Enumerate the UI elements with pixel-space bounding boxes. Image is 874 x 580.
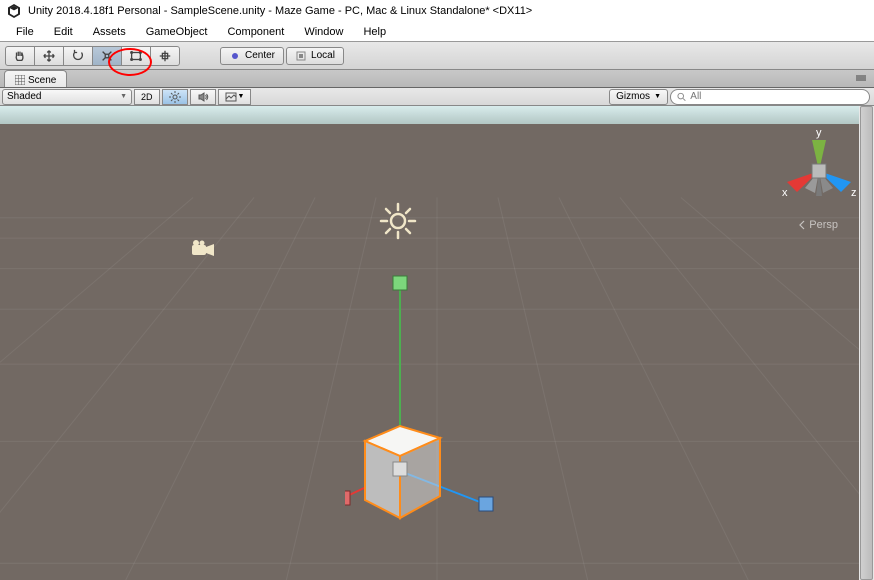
shading-mode-dropdown[interactable]: Shaded ▼ — [2, 89, 132, 105]
lighting-toggle-button[interactable] — [162, 89, 188, 105]
unity-logo-icon — [6, 3, 22, 19]
pivot-mode-label: Center — [245, 50, 275, 61]
center-icon — [229, 50, 241, 62]
effects-toggle-button[interactable]: ▼ — [218, 89, 252, 105]
menu-bar: File Edit Assets GameObject Component Wi… — [0, 22, 874, 42]
scene-tab-icon — [15, 75, 25, 85]
transform-tools-group — [6, 46, 180, 66]
tab-scene-label: Scene — [28, 75, 56, 86]
menu-help[interactable]: Help — [353, 24, 396, 40]
hand-icon — [13, 49, 27, 63]
projection-mode-toggle[interactable]: Persp — [798, 219, 838, 231]
axis-y-label: y — [816, 127, 822, 139]
scene-viewport[interactable]: x z y Persp — [0, 106, 874, 580]
selected-cube-object[interactable] — [345, 266, 515, 526]
move-icon — [42, 49, 56, 63]
tab-scene[interactable]: Scene — [4, 70, 67, 87]
pivot-mode-button[interactable]: Center — [220, 47, 284, 65]
handle-rotation-label: Local — [311, 50, 335, 61]
hand-tool-button[interactable] — [5, 46, 35, 66]
light-gizmo-icon[interactable] — [378, 201, 418, 241]
search-icon — [677, 92, 686, 102]
scene-view-toolbar: Shaded ▼ 2D ▼ Gizmos ▼ — [0, 88, 874, 106]
handle-rotation-button[interactable]: Local — [286, 47, 344, 65]
camera-gizmo-icon[interactable] — [190, 239, 216, 259]
menu-component[interactable]: Component — [217, 24, 294, 40]
gizmos-dropdown[interactable]: Gizmos ▼ — [609, 89, 668, 105]
scrollbar-thumb[interactable] — [860, 106, 873, 580]
orientation-gizmo[interactable]: x z y — [774, 126, 864, 216]
chevron-left-icon — [798, 220, 806, 230]
image-icon — [225, 91, 237, 103]
window-title: Unity 2018.4.18f1 Personal - SampleScene… — [28, 5, 532, 17]
axis-x-label: x — [782, 187, 788, 199]
title-bar: Unity 2018.4.18f1 Personal - SampleScene… — [0, 0, 874, 22]
audio-icon — [197, 91, 209, 103]
move-tool-button[interactable] — [34, 46, 64, 66]
viewport-scrollbar[interactable] — [859, 106, 874, 580]
scale-icon — [100, 49, 114, 63]
tabs-bar: Scene — [0, 70, 874, 88]
rotate-tool-button[interactable] — [63, 46, 93, 66]
sun-icon — [169, 91, 181, 103]
tabs-menu-button[interactable] — [852, 72, 870, 84]
rect-tool-button[interactable] — [121, 46, 151, 66]
transform-tool-button[interactable] — [150, 46, 180, 66]
scene-search-input[interactable] — [690, 91, 863, 102]
audio-toggle-button[interactable] — [190, 89, 216, 105]
local-icon — [295, 50, 307, 62]
transform-icon — [158, 49, 172, 63]
handle-controls-group: Center Local — [220, 47, 344, 65]
main-toolbar: Center Local — [0, 42, 874, 70]
axis-z-label: z — [851, 187, 857, 199]
shading-mode-label: Shaded — [7, 91, 41, 102]
rect-icon — [129, 49, 143, 63]
menu-window[interactable]: Window — [294, 24, 353, 40]
mode-2d-button[interactable]: 2D — [134, 89, 160, 105]
scene-search-box[interactable] — [670, 89, 870, 105]
menu-edit[interactable]: Edit — [44, 24, 83, 40]
dropdown-arrow-icon: ▼ — [654, 93, 661, 100]
menu-file[interactable]: File — [6, 24, 44, 40]
dropdown-arrow-icon: ▼ — [238, 93, 245, 100]
menu-gameobject[interactable]: GameObject — [136, 24, 218, 40]
dropdown-arrow-icon: ▼ — [120, 93, 127, 100]
tabs-menu-icon — [854, 74, 868, 82]
projection-label: Persp — [809, 219, 838, 231]
gizmos-label: Gizmos — [616, 91, 650, 102]
menu-assets[interactable]: Assets — [83, 24, 136, 40]
rotate-icon — [71, 49, 85, 63]
scale-tool-button[interactable] — [92, 46, 122, 66]
